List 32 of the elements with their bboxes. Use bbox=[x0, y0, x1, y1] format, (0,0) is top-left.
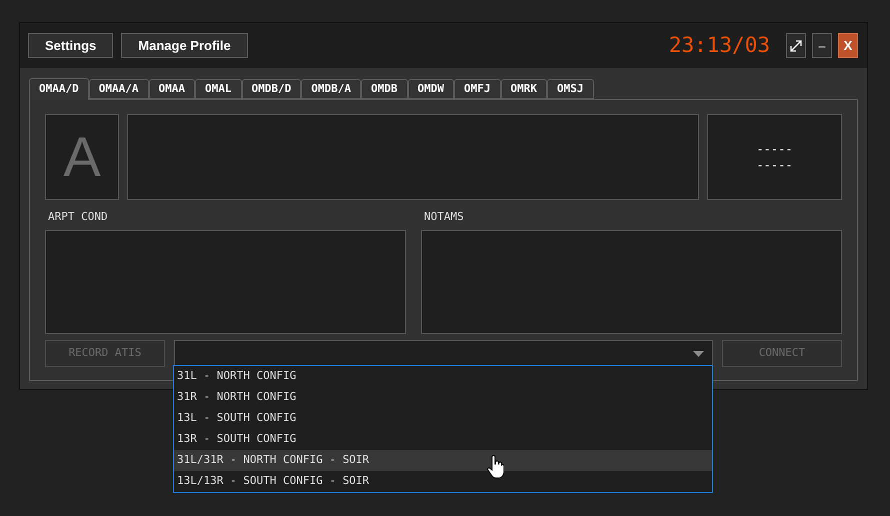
config-dropdown[interactable] bbox=[174, 340, 713, 367]
close-button[interactable]: X bbox=[838, 33, 858, 58]
header-button[interactable]: Settings bbox=[28, 33, 114, 58]
dropdown-option[interactable]: 31L/31R - NORTH CONFIG - SOIR bbox=[174, 450, 712, 471]
expand-icon bbox=[790, 40, 802, 52]
hand-cursor-icon bbox=[487, 455, 504, 479]
atis-letter: A bbox=[63, 129, 101, 185]
dropdown-option[interactable]: 13L/13R - SOUTH CONFIG - SOIR bbox=[174, 471, 712, 492]
tab[interactable]: OMAL bbox=[195, 79, 242, 99]
info-text: ----- bbox=[756, 159, 793, 171]
tab[interactable]: OMFJ bbox=[454, 79, 500, 99]
section-label: ARPT COND bbox=[47, 209, 109, 225]
tab[interactable]: OMRK bbox=[500, 79, 547, 99]
info-text: ----- bbox=[756, 143, 793, 155]
section-label: NOTAMS bbox=[423, 209, 465, 225]
tab[interactable]: OMDB/A bbox=[301, 79, 361, 99]
tab[interactable]: OMDB bbox=[361, 79, 408, 99]
tab[interactable]: OMSJ bbox=[547, 79, 594, 99]
tab[interactable]: OMAA/A bbox=[88, 79, 148, 99]
dropdown-option[interactable]: 31R - NORTH CONFIG bbox=[174, 387, 712, 408]
dropdown-option[interactable]: 31L - NORTH CONFIG bbox=[174, 366, 712, 387]
tab[interactable]: OMDB/D bbox=[242, 79, 302, 99]
tab[interactable]: OMAA bbox=[148, 79, 195, 99]
clock: 23:13/03 bbox=[668, 32, 770, 59]
header-button[interactable]: Manage Profile bbox=[121, 33, 248, 58]
tab[interactable]: OMDW bbox=[408, 79, 454, 99]
dropdown-option[interactable]: 13L - SOUTH CONFIG bbox=[174, 408, 712, 429]
minimize-button[interactable]: – bbox=[812, 33, 832, 58]
dropdown-option[interactable]: 13R - SOUTH CONFIG bbox=[174, 429, 712, 450]
tab[interactable]: OMAA/D bbox=[29, 78, 89, 100]
dropdown-arrow-icon bbox=[693, 350, 704, 356]
maximize-button[interactable] bbox=[786, 33, 806, 58]
